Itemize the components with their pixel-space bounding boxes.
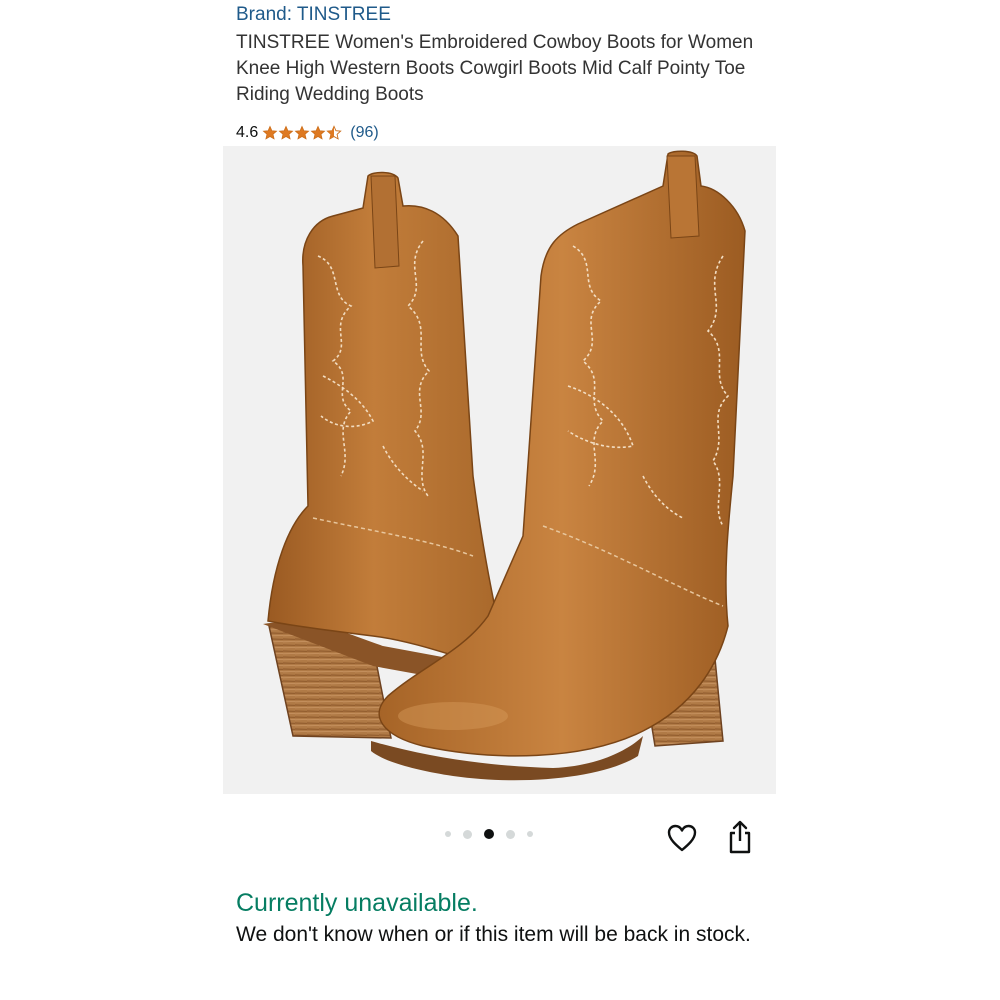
availability-note: We don't know when or if this item will … — [236, 923, 751, 946]
product-image[interactable] — [223, 146, 776, 794]
heart-outline-icon — [667, 824, 697, 852]
carousel-dot[interactable] — [527, 831, 533, 837]
rating-value: 4.6 — [236, 124, 259, 141]
rating-row[interactable]: 4.6 (96) — [236, 122, 379, 144]
brand-link[interactable]: Brand: TINSTREE — [236, 4, 391, 26]
image-carousel-indicator[interactable] — [445, 829, 533, 839]
carousel-dot[interactable] — [445, 831, 451, 837]
share-button[interactable] — [724, 818, 756, 856]
star-full-icon — [310, 125, 326, 140]
product-title: TINSTREE Women's Embroidered Cowboy Boot… — [236, 32, 754, 105]
star-full-icon — [294, 125, 310, 140]
review-count-link[interactable]: (96) — [350, 124, 378, 142]
star-half-icon — [326, 125, 342, 140]
availability-status: Currently unavailable. — [236, 889, 478, 917]
star-rating[interactable] — [262, 125, 342, 141]
wishlist-button[interactable] — [664, 820, 700, 856]
carousel-dot-active[interactable] — [484, 829, 494, 839]
carousel-dot[interactable] — [463, 829, 472, 839]
star-full-icon — [278, 125, 294, 140]
share-icon — [729, 820, 751, 854]
star-full-icon — [262, 125, 278, 140]
carousel-dot[interactable] — [506, 829, 515, 839]
